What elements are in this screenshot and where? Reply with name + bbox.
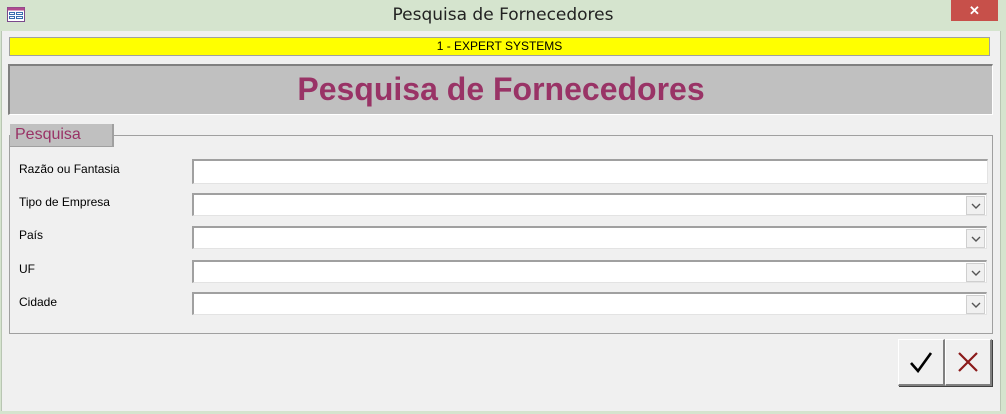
uf-label: UF — [19, 262, 35, 276]
tipo-empresa-combo[interactable] — [192, 193, 987, 216]
close-icon: ✕ — [969, 2, 980, 18]
chevron-down-icon — [971, 236, 981, 242]
cancel-button[interactable] — [945, 339, 992, 386]
confirm-button[interactable] — [898, 339, 945, 386]
uf-dropdown-button[interactable] — [966, 263, 985, 282]
window-title: Pesquisa de Fornecedores — [392, 5, 614, 25]
search-group-label: Pesquisa — [15, 126, 81, 143]
cidade-label: Cidade — [19, 295, 58, 309]
close-button[interactable]: ✕ — [951, 0, 998, 21]
search-group-tab: Pesquisa — [10, 124, 114, 147]
uf-combo[interactable] — [192, 260, 987, 283]
pais-combo[interactable] — [192, 226, 987, 249]
company-bar: 1 - EXPERT SYSTEMS — [9, 37, 990, 56]
chevron-down-icon — [971, 270, 981, 276]
header-panel: Pesquisa de Fornecedores — [8, 64, 993, 115]
checkmark-icon — [910, 352, 933, 373]
page-title: Pesquisa de Fornecedores — [297, 71, 705, 107]
cidade-dropdown-button[interactable] — [966, 295, 985, 314]
chevron-down-icon — [971, 203, 981, 209]
tipo-empresa-dropdown-button[interactable] — [966, 196, 985, 215]
search-form: 1 - EXPERT SYSTEMS Pesquisa de Fornecedo… — [1, 31, 1001, 411]
title-bar: Pesquisa de Fornecedores ✕ — [0, 0, 1006, 31]
x-cancel-icon — [958, 352, 978, 372]
razao-input[interactable] — [192, 159, 988, 184]
tipo-empresa-label: Tipo de Empresa — [19, 195, 110, 209]
pais-dropdown-button[interactable] — [966, 229, 985, 248]
chevron-down-icon — [971, 302, 981, 308]
cidade-combo[interactable] — [192, 292, 987, 315]
razao-label: Razão ou Fantasia — [19, 162, 120, 176]
pais-label: País — [19, 228, 44, 242]
